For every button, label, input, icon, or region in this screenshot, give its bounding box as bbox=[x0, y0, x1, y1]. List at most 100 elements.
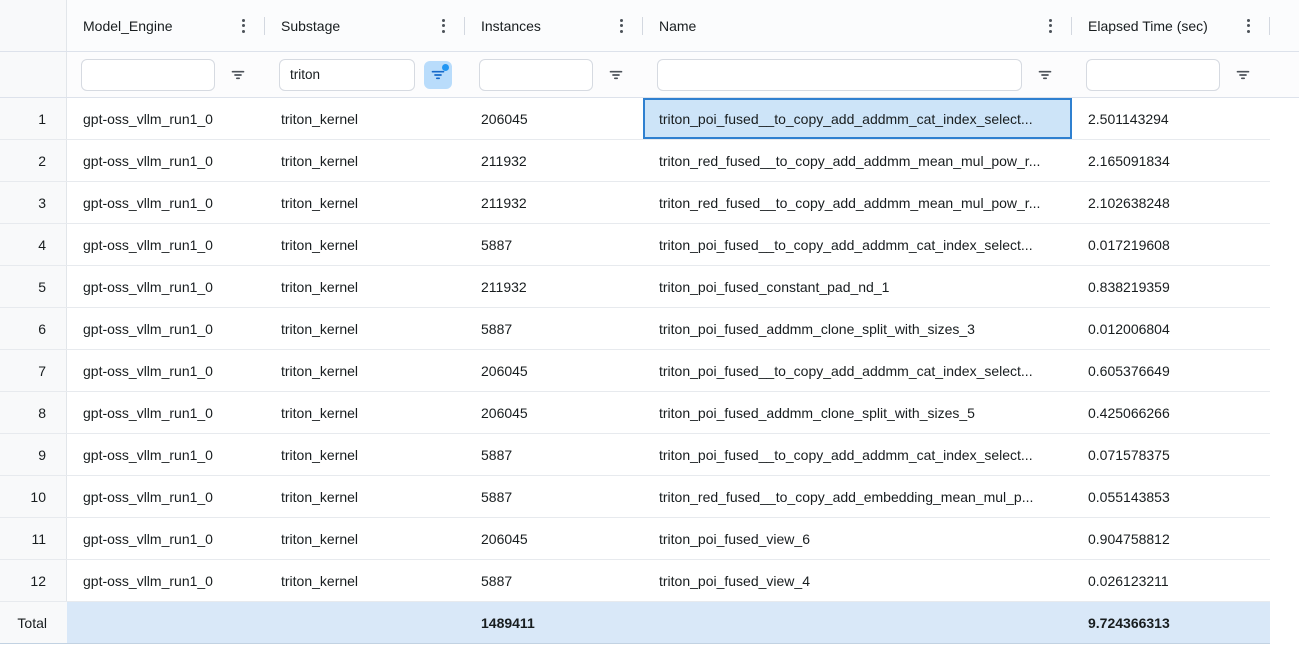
cell-instances[interactable]: 206045 bbox=[465, 518, 643, 559]
cell-substage[interactable]: triton_kernel bbox=[265, 560, 465, 601]
row-number: 8 bbox=[0, 392, 67, 433]
cell-substage[interactable]: triton_kernel bbox=[265, 476, 465, 517]
cell-instances[interactable]: 206045 bbox=[465, 392, 643, 433]
cell-model-engine[interactable]: gpt-oss_vllm_run1_0 bbox=[67, 182, 265, 223]
column-menu-icon[interactable] bbox=[1038, 14, 1062, 38]
filter-input-elapsed-time[interactable] bbox=[1086, 59, 1220, 91]
cell-name[interactable]: triton_red_fused__to_copy_add_addmm_mean… bbox=[643, 140, 1072, 181]
column-header-substage[interactable]: Substage bbox=[265, 0, 465, 51]
cell-substage[interactable]: triton_kernel bbox=[265, 98, 465, 139]
cell-instances[interactable]: 5887 bbox=[465, 476, 643, 517]
cell-model-engine[interactable]: gpt-oss_vllm_run1_0 bbox=[67, 224, 265, 265]
cell-name[interactable]: triton_poi_fused_addmm_clone_split_with_… bbox=[643, 308, 1072, 349]
row-number: 9 bbox=[0, 434, 67, 475]
cell-substage[interactable]: triton_kernel bbox=[265, 266, 465, 307]
cell-model-engine[interactable]: gpt-oss_vllm_run1_0 bbox=[67, 392, 265, 433]
cell-instances[interactable]: 211932 bbox=[465, 266, 643, 307]
cell-instances[interactable]: 211932 bbox=[465, 182, 643, 223]
cell-instances[interactable]: 5887 bbox=[465, 224, 643, 265]
cell-elapsed-time[interactable]: 2.102638248 bbox=[1072, 182, 1270, 223]
cell-instances[interactable]: 5887 bbox=[465, 560, 643, 601]
column-header-model-engine[interactable]: Model_Engine bbox=[67, 0, 265, 51]
filter-button-model-engine[interactable] bbox=[224, 61, 252, 89]
cell-instances[interactable]: 5887 bbox=[465, 434, 643, 475]
cell-name[interactable]: triton_red_fused__to_copy_add_embedding_… bbox=[643, 476, 1072, 517]
table-row: 10 gpt-oss_vllm_run1_0 triton_kernel 588… bbox=[0, 476, 1270, 518]
cell-elapsed-time[interactable]: 0.425066266 bbox=[1072, 392, 1270, 433]
row-number-column-header bbox=[0, 0, 67, 51]
cell-elapsed-time[interactable]: 0.017219608 bbox=[1072, 224, 1270, 265]
table-row: 7 gpt-oss_vllm_run1_0 triton_kernel 2060… bbox=[0, 350, 1270, 392]
total-row-label: Total bbox=[0, 602, 67, 643]
cell-substage[interactable]: triton_kernel bbox=[265, 434, 465, 475]
cell-elapsed-time[interactable]: 2.501143294 bbox=[1072, 98, 1270, 139]
cell-name[interactable]: triton_poi_fused_view_4 bbox=[643, 560, 1072, 601]
column-menu-icon[interactable] bbox=[431, 14, 455, 38]
cell-elapsed-time[interactable]: 2.165091834 bbox=[1072, 140, 1270, 181]
cell-substage[interactable]: triton_kernel bbox=[265, 392, 465, 433]
column-header-name[interactable]: Name bbox=[643, 0, 1072, 51]
column-header-instances[interactable]: Instances bbox=[465, 0, 643, 51]
filter-input-model-engine[interactable] bbox=[81, 59, 215, 91]
cell-substage[interactable]: triton_kernel bbox=[265, 224, 465, 265]
cell-elapsed-time[interactable]: 0.605376649 bbox=[1072, 350, 1270, 391]
filter-button-name[interactable] bbox=[1031, 61, 1059, 89]
cell-substage[interactable]: triton_kernel bbox=[265, 182, 465, 223]
data-grid-page: Model_Engine Substage Instances Name Ela… bbox=[0, 0, 1299, 663]
grid-body: 1 gpt-oss_vllm_run1_0 triton_kernel 2060… bbox=[0, 98, 1299, 602]
cell-elapsed-time[interactable]: 0.838219359 bbox=[1072, 266, 1270, 307]
cell-model-engine[interactable]: gpt-oss_vllm_run1_0 bbox=[67, 476, 265, 517]
cell-model-engine[interactable]: gpt-oss_vllm_run1_0 bbox=[67, 560, 265, 601]
filter-input-substage[interactable] bbox=[279, 59, 415, 91]
cell-instances[interactable]: 5887 bbox=[465, 308, 643, 349]
cell-substage[interactable]: triton_kernel bbox=[265, 140, 465, 181]
cell-substage[interactable]: triton_kernel bbox=[265, 518, 465, 559]
filter-button-instances[interactable] bbox=[602, 61, 630, 89]
cell-model-engine[interactable]: gpt-oss_vllm_run1_0 bbox=[67, 434, 265, 475]
cell-name[interactable]: triton_poi_fused__to_copy_add_addmm_cat_… bbox=[643, 98, 1072, 139]
row-number: 7 bbox=[0, 350, 67, 391]
column-label: Model_Engine bbox=[83, 18, 231, 34]
cell-substage[interactable]: triton_kernel bbox=[265, 350, 465, 391]
filter-cell-substage bbox=[265, 52, 465, 97]
cell-name[interactable]: triton_red_fused__to_copy_add_addmm_mean… bbox=[643, 182, 1072, 223]
cell-elapsed-time[interactable]: 0.071578375 bbox=[1072, 434, 1270, 475]
cell-model-engine[interactable]: gpt-oss_vllm_run1_0 bbox=[67, 518, 265, 559]
cell-name[interactable]: triton_poi_fused_constant_pad_nd_1 bbox=[643, 266, 1072, 307]
cell-instances[interactable]: 206045 bbox=[465, 350, 643, 391]
row-number: 10 bbox=[0, 476, 67, 517]
total-cell-name bbox=[643, 602, 1072, 643]
filter-input-instances[interactable] bbox=[479, 59, 593, 91]
cell-name[interactable]: triton_poi_fused_addmm_clone_split_with_… bbox=[643, 392, 1072, 433]
column-menu-icon[interactable] bbox=[609, 14, 633, 38]
cell-elapsed-time[interactable]: 0.904758812 bbox=[1072, 518, 1270, 559]
column-header-elapsed-time[interactable]: Elapsed Time (sec) bbox=[1072, 0, 1270, 51]
cell-name[interactable]: triton_poi_fused_view_6 bbox=[643, 518, 1072, 559]
filter-icon bbox=[1037, 67, 1053, 83]
cell-instances[interactable]: 211932 bbox=[465, 140, 643, 181]
cell-substage[interactable]: triton_kernel bbox=[265, 308, 465, 349]
cell-model-engine[interactable]: gpt-oss_vllm_run1_0 bbox=[67, 98, 265, 139]
column-menu-icon[interactable] bbox=[231, 14, 255, 38]
cell-elapsed-time[interactable]: 0.055143853 bbox=[1072, 476, 1270, 517]
cell-elapsed-time[interactable]: 0.026123211 bbox=[1072, 560, 1270, 601]
cell-name[interactable]: triton_poi_fused__to_copy_add_addmm_cat_… bbox=[643, 350, 1072, 391]
filter-button-elapsed-time[interactable] bbox=[1229, 61, 1257, 89]
cell-name[interactable]: triton_poi_fused__to_copy_add_addmm_cat_… bbox=[643, 224, 1072, 265]
cell-name[interactable]: triton_poi_fused__to_copy_add_addmm_cat_… bbox=[643, 434, 1072, 475]
filter-button-substage[interactable] bbox=[424, 61, 452, 89]
column-menu-icon[interactable] bbox=[1236, 14, 1260, 38]
cell-model-engine[interactable]: gpt-oss_vllm_run1_0 bbox=[67, 140, 265, 181]
filter-cell-instances bbox=[465, 52, 643, 97]
cell-model-engine[interactable]: gpt-oss_vllm_run1_0 bbox=[67, 350, 265, 391]
cell-instances[interactable]: 206045 bbox=[465, 98, 643, 139]
filter-input-name[interactable] bbox=[657, 59, 1022, 91]
column-label: Name bbox=[659, 18, 1038, 34]
cell-model-engine[interactable]: gpt-oss_vllm_run1_0 bbox=[67, 308, 265, 349]
cell-model-engine[interactable]: gpt-oss_vllm_run1_0 bbox=[67, 266, 265, 307]
filter-cell-model-engine bbox=[67, 52, 265, 97]
table-row: 9 gpt-oss_vllm_run1_0 triton_kernel 5887… bbox=[0, 434, 1270, 476]
total-cell-elapsed-time: 9.724366313 bbox=[1072, 602, 1270, 643]
cell-elapsed-time[interactable]: 0.012006804 bbox=[1072, 308, 1270, 349]
total-row: Total 1489411 9.724366313 bbox=[0, 602, 1270, 644]
